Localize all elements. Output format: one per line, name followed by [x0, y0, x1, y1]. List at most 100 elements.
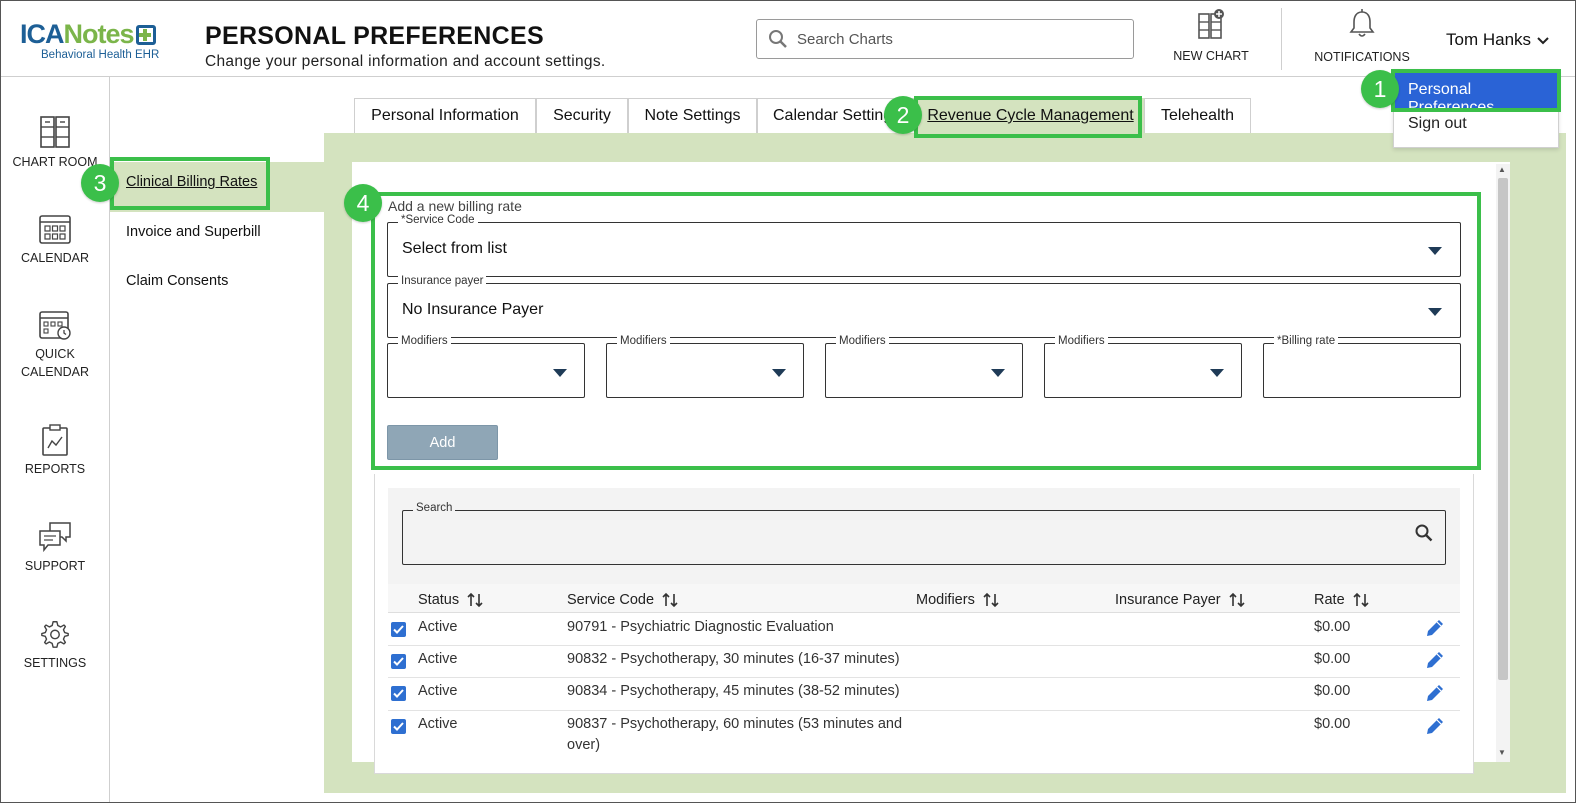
- tab-telehealth[interactable]: Telehealth: [1144, 98, 1251, 133]
- list-search-label: Search: [413, 502, 456, 514]
- column-header-modifiers[interactable]: Modifiers: [916, 592, 999, 608]
- search-charts-box: [756, 19, 1134, 59]
- row-checkbox[interactable]: [391, 686, 406, 701]
- search-icon: [769, 30, 787, 48]
- sort-icon: [662, 593, 678, 608]
- row-status: Active: [418, 716, 458, 732]
- nav-settings[interactable]: SETTINGS: [0, 618, 110, 672]
- row-checkbox[interactable]: [391, 622, 406, 637]
- column-header-service-code[interactable]: Service Code: [567, 592, 678, 608]
- modifier-label-4: Modifiers: [1055, 335, 1108, 347]
- new-chart-label: NEW CHART: [1173, 49, 1249, 63]
- table-row: Active 90791 - Psychiatric Diagnostic Ev…: [388, 613, 1460, 646]
- row-rate: $0.00: [1314, 651, 1351, 667]
- user-name: Tom Hanks: [1446, 30, 1532, 49]
- sort-icon: [1229, 593, 1245, 608]
- billing-rate-label: *Billing rate: [1274, 335, 1339, 347]
- row-service-code: 90834 - Psychotherapy, 45 minutes (38-52…: [567, 683, 900, 699]
- notifications-button[interactable]: NOTIFICATIONS: [1312, 8, 1412, 64]
- sub-navigation: Clinical Billing Rates Invoice and Super…: [110, 77, 324, 803]
- list-search-input[interactable]: Search: [402, 502, 1446, 565]
- row-rate: $0.00: [1314, 716, 1351, 732]
- sort-icon: [467, 593, 483, 608]
- add-button[interactable]: Add: [387, 425, 498, 460]
- sort-icon: [1353, 593, 1369, 608]
- menu-item-personal-preferences[interactable]: Personal Preferences: [1394, 72, 1558, 116]
- calendar-icon: [39, 215, 71, 244]
- quick-calendar-icon: [39, 311, 71, 340]
- nav-reports[interactable]: REPORTS: [0, 424, 110, 478]
- row-status: Active: [418, 683, 458, 699]
- table-row: Active 90837 - Psychotherapy, 60 minutes…: [388, 711, 1460, 761]
- checkmark-icon: [393, 722, 404, 731]
- new-chart-icon: [1198, 9, 1224, 39]
- insurance-payer-select[interactable]: Insurance payer No Insurance Payer: [387, 275, 1461, 338]
- nav-support[interactable]: SUPPORT: [0, 521, 110, 575]
- table-row: Active 90834 - Psychotherapy, 45 minutes…: [388, 678, 1460, 711]
- modifier-select-2[interactable]: Modifiers: [606, 335, 804, 398]
- new-chart-button[interactable]: NEW CHART: [1170, 8, 1252, 63]
- table-row: Active 90832 - Psychotherapy, 30 minutes…: [388, 646, 1460, 678]
- tab-note-settings[interactable]: Note Settings: [628, 98, 757, 133]
- subnav-claim-consents[interactable]: Claim Consents: [126, 273, 228, 289]
- nav-chart-room[interactable]: CHART ROOM: [0, 115, 110, 171]
- nav-settings-label: SETTINGS: [23, 656, 87, 670]
- dropdown-caret-icon: [553, 369, 567, 377]
- nav-support-label: SUPPORT: [24, 559, 86, 573]
- tab-personal-information[interactable]: Personal Information: [354, 98, 536, 133]
- page-title: PERSONAL PREFERENCES: [205, 22, 544, 50]
- chart-room-icon: [40, 116, 70, 148]
- column-header-insurance-payer[interactable]: Insurance Payer: [1115, 592, 1245, 608]
- nav-quick-calendar[interactable]: QUICK CALENDAR: [0, 309, 110, 381]
- annotation-badge-3: 3: [81, 164, 119, 202]
- icanotes-logo[interactable]: ICANotes Behavioral Health EHR: [20, 20, 180, 64]
- logo-text-notes: Notes: [63, 19, 135, 49]
- tab-revenue-cycle-management[interactable]: Revenue Cycle Management: [917, 98, 1144, 133]
- nav-calendar[interactable]: CALENDAR: [0, 213, 110, 267]
- reports-icon: [42, 424, 68, 456]
- row-service-code: 90837 - Psychotherapy, 60 minutes (53 mi…: [567, 716, 903, 732]
- edit-pencil-icon[interactable]: [1424, 715, 1446, 737]
- search-icon: [1415, 524, 1433, 542]
- insurance-payer-label: Insurance payer: [398, 275, 487, 287]
- column-header-rate[interactable]: Rate: [1314, 592, 1369, 608]
- scrollbar-thumb[interactable]: [1498, 178, 1508, 680]
- nav-quick-calendar-label-1: QUICK: [35, 347, 75, 361]
- modifier-select-4[interactable]: Modifiers: [1044, 335, 1242, 398]
- search-charts-input[interactable]: [795, 26, 1115, 52]
- modifier-select-3[interactable]: Modifiers: [825, 335, 1023, 398]
- edit-pencil-icon[interactable]: [1424, 682, 1446, 704]
- row-rate: $0.00: [1314, 619, 1351, 635]
- tab-security[interactable]: Security: [536, 98, 628, 133]
- edit-pencil-icon[interactable]: [1424, 649, 1446, 671]
- logo-plus-icon: [135, 25, 156, 45]
- modifier-select-1[interactable]: Modifiers: [387, 335, 585, 398]
- bell-icon: [1349, 9, 1375, 37]
- row-checkbox[interactable]: [391, 654, 406, 669]
- billing-rate-input[interactable]: *Billing rate: [1263, 335, 1461, 398]
- subnav-invoice-and-superbill[interactable]: Invoice and Superbill: [126, 224, 261, 240]
- menu-item-sign-out[interactable]: Sign out: [1408, 115, 1467, 133]
- subnav-clinical-billing-rates[interactable]: Clinical Billing Rates: [126, 174, 257, 190]
- column-header-status[interactable]: Status: [418, 592, 483, 608]
- support-chat-icon: [39, 522, 71, 553]
- checkmark-icon: [393, 625, 404, 634]
- scroll-down-arrow-icon[interactable]: ▼: [1498, 748, 1506, 757]
- annotation-badge-2: 2: [884, 96, 922, 134]
- app-header: ICANotes Behavioral Health EHR PERSONAL …: [0, 0, 1576, 77]
- edit-pencil-icon[interactable]: [1424, 617, 1446, 639]
- scroll-up-arrow-icon[interactable]: ▲: [1498, 165, 1506, 174]
- dropdown-caret-icon: [1428, 308, 1442, 316]
- service-code-select[interactable]: *Service Code Select from list: [387, 214, 1461, 277]
- nav-reports-label: REPORTS: [24, 462, 86, 476]
- page-subtitle: Change your personal information and acc…: [205, 53, 606, 70]
- row-checkbox[interactable]: [391, 719, 406, 734]
- user-menu-toggle[interactable]: Tom Hanks: [1446, 30, 1549, 50]
- insurance-payer-value: No Insurance Payer: [402, 301, 544, 318]
- header-divider: [1281, 8, 1282, 70]
- modifier-label-2: Modifiers: [617, 335, 670, 347]
- row-status: Active: [418, 619, 458, 635]
- dropdown-caret-icon: [1210, 369, 1224, 377]
- sort-icon: [983, 593, 999, 608]
- row-service-code: 90791 - Psychiatric Diagnostic Evaluatio…: [567, 619, 834, 635]
